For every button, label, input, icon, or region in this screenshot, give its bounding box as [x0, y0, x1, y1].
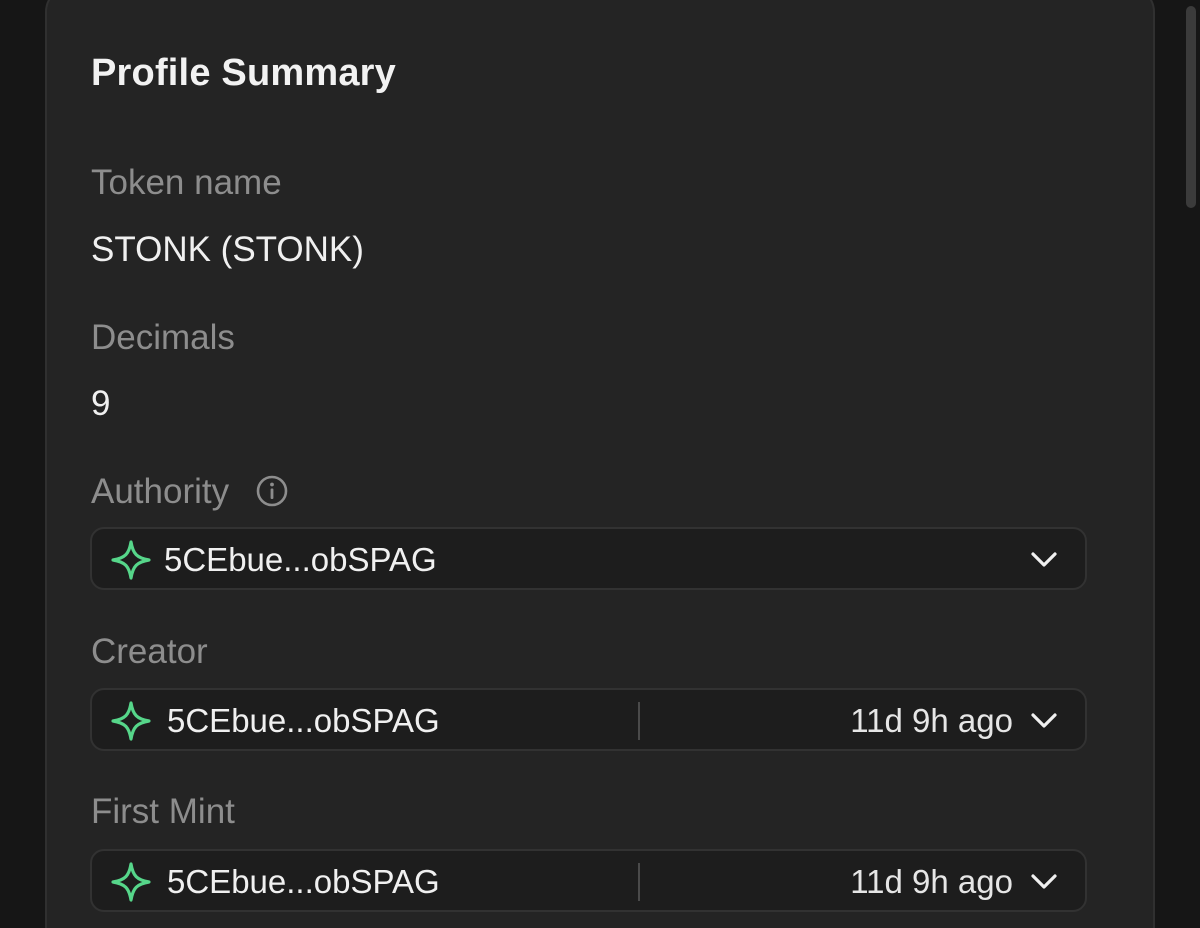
chevron-down-icon[interactable] — [1029, 868, 1059, 896]
decimals-label: Decimals — [91, 318, 235, 357]
token-name-label: Token name — [91, 163, 282, 202]
first-mint-time: 11d 9h ago — [850, 863, 1013, 900]
first-mint-address-dropdown[interactable]: 5CEbue...obSPAG 11d 9h ago — [90, 849, 1087, 912]
authority-label: Authority — [91, 472, 230, 511]
sparkle-star-icon — [111, 540, 151, 580]
authority-address: 5CEbue...obSPAG — [164, 541, 437, 578]
info-icon[interactable] — [255, 474, 289, 508]
profile-summary-card — [45, 0, 1155, 928]
creator-time: 11d 9h ago — [850, 702, 1013, 739]
divider — [638, 702, 640, 740]
chevron-down-icon[interactable] — [1029, 546, 1059, 574]
scrollbar-thumb[interactable] — [1186, 6, 1196, 208]
first-mint-address: 5CEbue...obSPAG — [167, 863, 440, 900]
sparkle-star-icon — [111, 862, 151, 902]
token-name-value: STONK (STONK) — [91, 230, 364, 269]
sparkle-star-icon — [111, 701, 151, 741]
scrollbar[interactable] — [1182, 0, 1200, 928]
divider — [638, 863, 640, 901]
chevron-down-icon[interactable] — [1029, 707, 1059, 735]
first-mint-label: First Mint — [91, 792, 235, 831]
creator-address: 5CEbue...obSPAG — [167, 702, 440, 739]
creator-label: Creator — [91, 632, 208, 671]
creator-address-dropdown[interactable]: 5CEbue...obSPAG 11d 9h ago — [90, 688, 1087, 751]
authority-address-dropdown[interactable]: 5CEbue...obSPAG — [90, 527, 1087, 590]
decimals-value: 9 — [91, 384, 111, 423]
section-title: Profile Summary — [91, 52, 396, 94]
page: Profile Summary Token name STONK (STONK)… — [0, 0, 1200, 928]
